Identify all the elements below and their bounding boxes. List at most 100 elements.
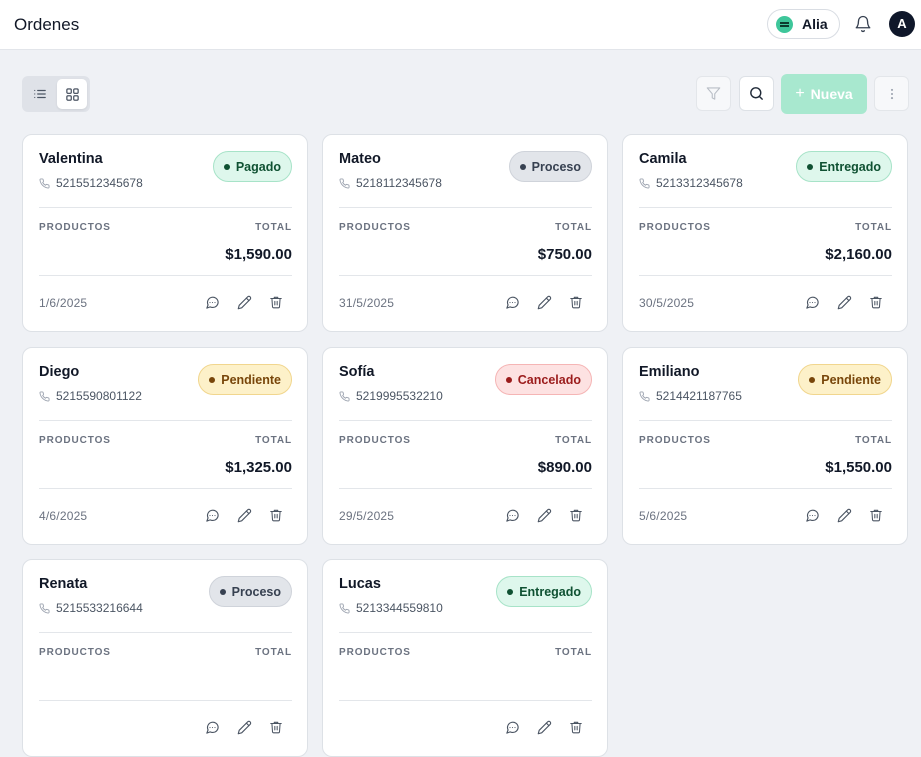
- list-icon: [34, 89, 46, 99]
- phone-number: 5219995532210: [356, 389, 443, 403]
- edit-button[interactable]: [534, 292, 554, 312]
- status-label: Pagado: [235, 159, 281, 174]
- customer-name: Diego: [39, 364, 80, 380]
- delete-button[interactable]: [566, 505, 586, 525]
- customer-phone: 5218112345678: [339, 176, 442, 190]
- divider: [639, 420, 892, 421]
- phone-icon: [39, 390, 50, 401]
- delete-button[interactable]: [266, 292, 286, 312]
- edit-button[interactable]: [234, 292, 254, 312]
- status-dot: [807, 163, 814, 170]
- edit-icon: [237, 508, 251, 522]
- status-label: Proceso: [231, 584, 281, 599]
- delete-button[interactable]: [266, 505, 286, 525]
- order-card[interactable]: Camila 5213312345678 Entregado PRODUCTOS TOT…: [622, 134, 908, 332]
- edit-icon: [537, 720, 551, 734]
- comment-button[interactable]: [502, 717, 522, 737]
- order-card[interactable]: Lucas 5213344559810 Entregado PRODUCTOS TOTA…: [322, 559, 608, 757]
- edit-button[interactable]: [834, 505, 854, 525]
- phone-number: 5215533216644: [56, 601, 143, 615]
- comment-button[interactable]: [802, 292, 822, 312]
- phone-icon: [339, 602, 350, 613]
- trash-icon: [870, 296, 882, 309]
- avatar[interactable]: A: [889, 11, 915, 37]
- more-options-button[interactable]: [874, 76, 909, 111]
- comment-button[interactable]: [502, 292, 522, 312]
- edit-button[interactable]: [534, 717, 554, 737]
- grid-view-button[interactable]: [57, 79, 87, 109]
- status-badge: Entregado: [496, 576, 592, 607]
- order-date: 29/5/2025: [339, 509, 395, 523]
- customer-phone: 5213344559810: [339, 601, 443, 615]
- delete-button[interactable]: [866, 292, 886, 312]
- order-card[interactable]: Emiliano 5214421187765 Pendiente PRODUCTOS T…: [622, 347, 908, 545]
- top-header: Ordenes Alia A: [0, 0, 921, 50]
- trash-icon: [870, 509, 882, 522]
- order-total: $750.00: [537, 246, 592, 263]
- customer-phone: 5219995532210: [339, 389, 443, 403]
- status-badge: Pendiente: [198, 364, 292, 395]
- order-date: 1/6/2025: [39, 296, 88, 310]
- total-label: TOTAL: [255, 435, 292, 446]
- delete-button[interactable]: [266, 717, 286, 737]
- divider: [339, 207, 592, 208]
- comment-icon: [205, 296, 219, 309]
- comment-button[interactable]: [502, 505, 522, 525]
- comment-button[interactable]: [202, 717, 222, 737]
- divider: [39, 420, 292, 421]
- comment-button[interactable]: [202, 505, 222, 525]
- divider: [39, 207, 292, 208]
- delete-button[interactable]: [566, 717, 586, 737]
- order-date: 4/6/2025: [39, 509, 88, 523]
- status-dot: [507, 588, 514, 595]
- total-label: TOTAL: [255, 222, 292, 233]
- delete-button[interactable]: [566, 292, 586, 312]
- customer-phone: 5215590801122: [39, 389, 142, 403]
- edit-button[interactable]: [234, 505, 254, 525]
- phone-icon: [339, 177, 350, 188]
- workspace-logo-icon: [776, 16, 793, 33]
- divider: [639, 275, 892, 276]
- phone-number: 5213312345678: [656, 176, 743, 190]
- edit-button[interactable]: [834, 292, 854, 312]
- phone-icon: [39, 177, 50, 188]
- order-date: 30/5/2025: [639, 296, 695, 310]
- customer-phone: 5214421187765: [639, 389, 742, 403]
- products-label: PRODUCTOS: [639, 222, 711, 233]
- divider: [639, 488, 892, 489]
- edit-icon: [837, 508, 851, 522]
- order-card[interactable]: Renata 5215533216644 Proceso PRODUCTOS TOTAL: [22, 559, 308, 757]
- grid-icon: [65, 87, 79, 101]
- comment-button[interactable]: [202, 292, 222, 312]
- products-label: PRODUCTOS: [339, 435, 411, 446]
- customer-phone: 5213312345678: [639, 176, 743, 190]
- new-order-label: Nueva: [810, 86, 853, 102]
- status-dot: [809, 376, 816, 383]
- divider: [39, 275, 292, 276]
- user-menu-button[interactable]: Alia: [767, 9, 840, 39]
- filter-icon: [706, 87, 721, 100]
- delete-button[interactable]: [866, 505, 886, 525]
- status-dot: [223, 163, 230, 170]
- order-total: $890.00: [537, 459, 592, 476]
- customer-phone: 5215533216644: [39, 601, 143, 615]
- search-button[interactable]: [739, 76, 774, 111]
- divider: [39, 700, 292, 701]
- products-label: PRODUCTOS: [39, 647, 111, 658]
- order-date: 31/5/2025: [339, 296, 395, 310]
- order-card[interactable]: Diego 5215590801122 Pendiente PRODUCTOS TOTA…: [22, 347, 308, 545]
- comment-button[interactable]: [802, 505, 822, 525]
- list-view-button[interactable]: [25, 79, 55, 109]
- divider: [339, 632, 592, 633]
- total-label: TOTAL: [555, 435, 592, 446]
- order-card[interactable]: Sofía 5219995532210 Cancelado PRODUCTOS TOTA…: [322, 347, 608, 545]
- edit-button[interactable]: [234, 717, 254, 737]
- bell-icon[interactable]: [854, 15, 872, 33]
- status-badge: Proceso: [508, 151, 592, 182]
- filter-button[interactable]: [696, 76, 731, 111]
- order-card[interactable]: Mateo 5218112345678 Proceso PRODUCTOS TOTAL $…: [322, 134, 608, 332]
- new-order-button[interactable]: + Nueva: [781, 74, 867, 114]
- edit-button[interactable]: [534, 505, 554, 525]
- order-card[interactable]: Valentina 5215512345678 Pagado PRODUCTOS TOT…: [22, 134, 308, 332]
- order-total: $1,550.00: [825, 459, 892, 476]
